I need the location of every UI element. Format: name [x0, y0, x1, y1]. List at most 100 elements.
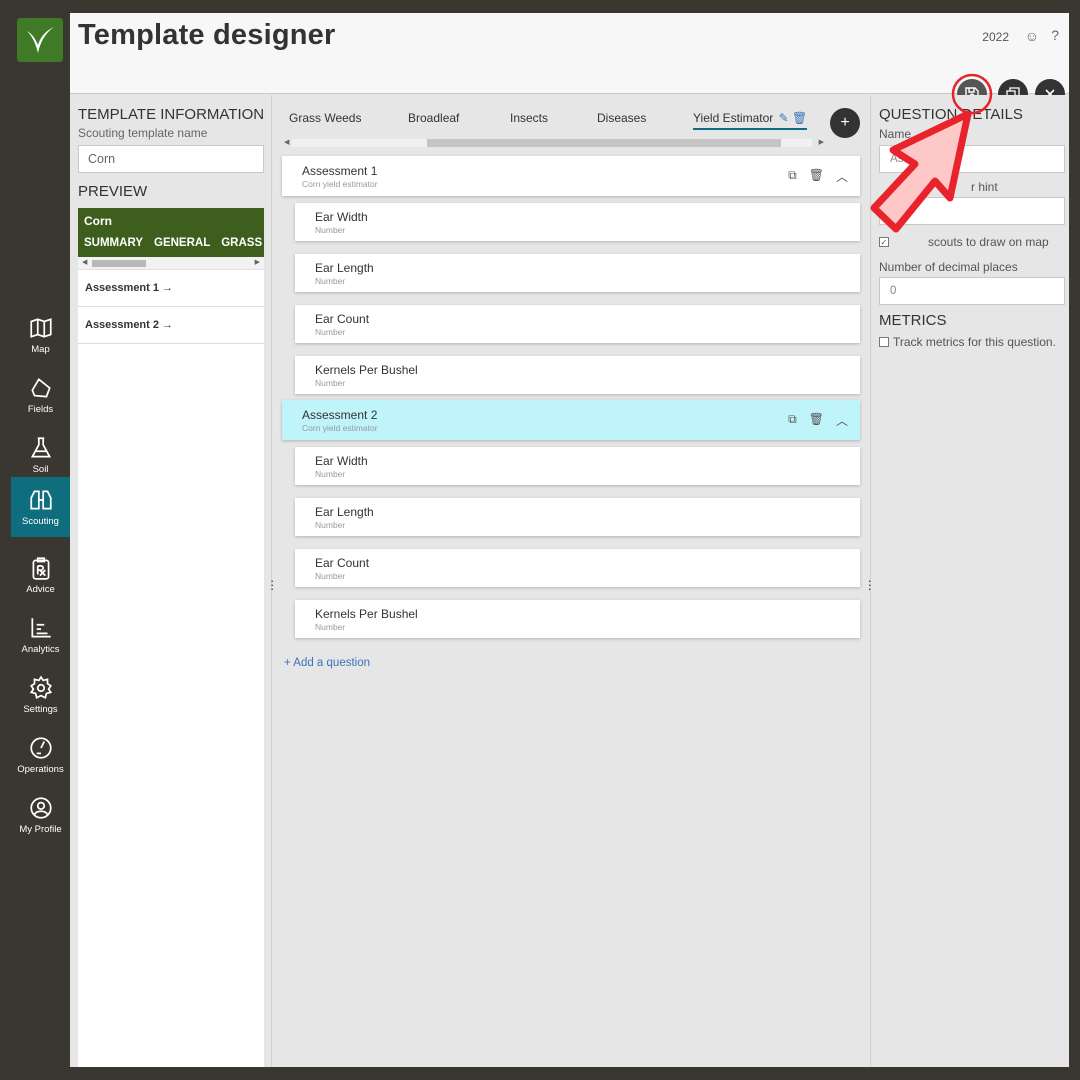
- decimal-places-input[interactable]: 0: [879, 277, 1065, 305]
- add-tab-button[interactable]: +: [830, 108, 860, 138]
- feedback-icon[interactable]: ☺: [1025, 28, 1039, 44]
- delete-tab-icon[interactable]: 🗑: [792, 111, 807, 125]
- page-header: Template designer 2022 ☺ ?: [70, 13, 1069, 94]
- preview-crop-name: Corn: [84, 214, 112, 228]
- chevron-up-icon[interactable]: ︿: [836, 168, 848, 185]
- question-name: Kernels Per Bushel: [315, 607, 418, 621]
- tab-yield-estimator[interactable]: Yield Estimator ✎ 🗑: [693, 111, 808, 130]
- decimal-places-label: Number of decimal places: [879, 260, 1018, 274]
- scroll-left-icon[interactable]: ◀: [284, 138, 289, 146]
- question-name: Ear Width: [315, 210, 368, 224]
- tab-insects[interactable]: Insects: [510, 111, 548, 125]
- year-selector[interactable]: 2022: [982, 30, 1009, 44]
- left-resize-handle[interactable]: · · ·: [270, 574, 274, 595]
- template-information-panel: TEMPLATE INFORMATION Scouting template n…: [70, 95, 270, 1067]
- draw-on-map-checkbox[interactable]: ✓ scouts to draw on map: [879, 235, 1049, 249]
- name-label: Name: [879, 127, 912, 141]
- preview-tab-general[interactable]: GENERAL: [154, 237, 210, 249]
- question-type: Number: [315, 276, 346, 286]
- map-icon: [29, 318, 52, 338]
- checkbox-unchecked[interactable]: [879, 337, 889, 347]
- nav-label: Fields: [27, 404, 54, 415]
- flask-icon: [30, 437, 51, 458]
- question-details-heading: QUESTION DETAILS: [879, 106, 1023, 123]
- question-card[interactable]: Ear Length Number: [295, 498, 860, 536]
- draw-on-map-label: scouts to draw on map: [928, 235, 1049, 249]
- leaf-logo-icon: [27, 27, 54, 53]
- nav-item-analytics[interactable]: Analytics: [11, 605, 70, 665]
- tab-broadleaf[interactable]: Broadleaf: [408, 111, 459, 125]
- nav-item-soil[interactable]: Soil: [11, 425, 70, 485]
- question-card[interactable]: Ear Length Number: [295, 254, 860, 292]
- scroll-right-icon[interactable]: ▶: [255, 258, 260, 266]
- assessment-actions: ⧉ 🗑 ︿: [788, 412, 848, 429]
- preview-tab-grass[interactable]: GRASS W: [221, 237, 264, 249]
- preview-scroll-thumb[interactable]: [92, 260, 146, 267]
- field-icon: [30, 378, 51, 398]
- nav-item-map[interactable]: Map: [11, 305, 70, 365]
- binoculars-icon: [29, 490, 52, 510]
- question-card[interactable]: Ear Count Number: [295, 305, 860, 343]
- tab-grass-weeds[interactable]: Grass Weeds: [289, 111, 361, 125]
- delete-icon[interactable]: 🗑: [809, 412, 824, 429]
- nav-item-advice[interactable]: Advice: [11, 545, 70, 605]
- preview-assessment-2[interactable]: Assessment 2 →: [78, 307, 264, 344]
- question-type: Number: [315, 225, 346, 235]
- preview-tab-summary[interactable]: SUMMARY: [84, 237, 143, 249]
- preview-box: Corn SUMMARY GENERAL GRASS W ◀ ▶ Assessm…: [78, 208, 264, 1067]
- nav-item-operations[interactable]: Operations: [11, 725, 70, 785]
- tab-diseases[interactable]: Diseases: [597, 111, 646, 125]
- assessment-card-selected[interactable]: Assessment 2 Corn yield estimator ⧉ 🗑 ︿: [282, 400, 860, 440]
- nav-label: Operations: [17, 764, 64, 775]
- edit-tab-icon[interactable]: ✎: [779, 111, 789, 125]
- scroll-left-icon[interactable]: ◀: [82, 258, 87, 266]
- chevron-up-icon[interactable]: ︿: [836, 412, 848, 429]
- question-card[interactable]: Ear Count Number: [295, 549, 860, 587]
- nav-item-fields[interactable]: Fields: [11, 365, 70, 425]
- help-icon[interactable]: ?: [1051, 27, 1059, 43]
- question-name-input[interactable]: Ass: [879, 145, 1065, 173]
- question-card[interactable]: Kernels Per Bushel Number: [295, 600, 860, 638]
- question-type: Number: [315, 622, 346, 632]
- nav-label: Scouting: [22, 516, 59, 527]
- preview-header: Corn SUMMARY GENERAL GRASS W: [78, 208, 264, 257]
- question-card[interactable]: Kernels Per Bushel Number: [295, 356, 860, 394]
- question-card[interactable]: Ear Width Number: [295, 447, 860, 485]
- tabs-scrollbar[interactable]: ◀ ▶: [282, 137, 824, 149]
- delete-icon[interactable]: 🗑: [809, 168, 824, 185]
- track-metrics-checkbox[interactable]: Track metrics for this question.: [879, 335, 1056, 349]
- tabs-scroll-thumb[interactable]: [427, 139, 781, 147]
- template-information-heading: TEMPLATE INFORMATION: [78, 106, 265, 123]
- question-type: Number: [315, 378, 346, 388]
- checkbox-checked[interactable]: ✓: [879, 237, 889, 247]
- question-name: Ear Count: [315, 556, 370, 570]
- question-name: Kernels Per Bushel: [315, 363, 418, 377]
- app-logo[interactable]: [17, 18, 63, 62]
- nav-label: Soil: [32, 464, 49, 475]
- question-name: Ear Count: [315, 312, 370, 326]
- question-name: Ear Width: [315, 454, 368, 468]
- hint-input[interactable]: [879, 197, 1065, 225]
- template-name-input[interactable]: Corn: [78, 145, 264, 173]
- question-details-panel: QUESTION DETAILS Name Ass r hint ✓ scout…: [872, 95, 1069, 1067]
- tab-yield-estimator-label: Yield Estimator: [693, 111, 774, 125]
- copy-icon[interactable]: ⧉: [788, 412, 797, 429]
- add-question-link[interactable]: + Add a question: [284, 657, 370, 669]
- question-card[interactable]: Ear Width Number: [295, 203, 860, 241]
- scroll-right-icon[interactable]: ▶: [819, 138, 824, 146]
- preview-assessment-1[interactable]: Assessment 1 →: [78, 270, 264, 307]
- nav-item-scouting[interactable]: Scouting: [11, 477, 70, 537]
- nav-item-my-profile[interactable]: My Profile: [11, 785, 70, 845]
- template-name-label: Scouting template name: [78, 126, 208, 140]
- user-icon: [29, 797, 52, 819]
- preview-tabs: SUMMARY GENERAL GRASS W: [84, 237, 264, 249]
- copy-icon[interactable]: ⧉: [788, 168, 797, 185]
- question-type: Number: [315, 571, 346, 581]
- assessment-card[interactable]: Assessment 1 Corn yield estimator ⧉ 🗑 ︿: [282, 156, 860, 196]
- nav-label: Analytics: [21, 644, 60, 655]
- preview-heading: PREVIEW: [78, 183, 148, 200]
- preview-scrollbar[interactable]: ◀ ▶: [78, 257, 264, 270]
- nav-item-settings[interactable]: Settings: [11, 665, 70, 725]
- nav-label: Advice: [26, 584, 55, 595]
- side-navigation: Map Fields Soil Scouting Advice Analytic…: [11, 13, 70, 1067]
